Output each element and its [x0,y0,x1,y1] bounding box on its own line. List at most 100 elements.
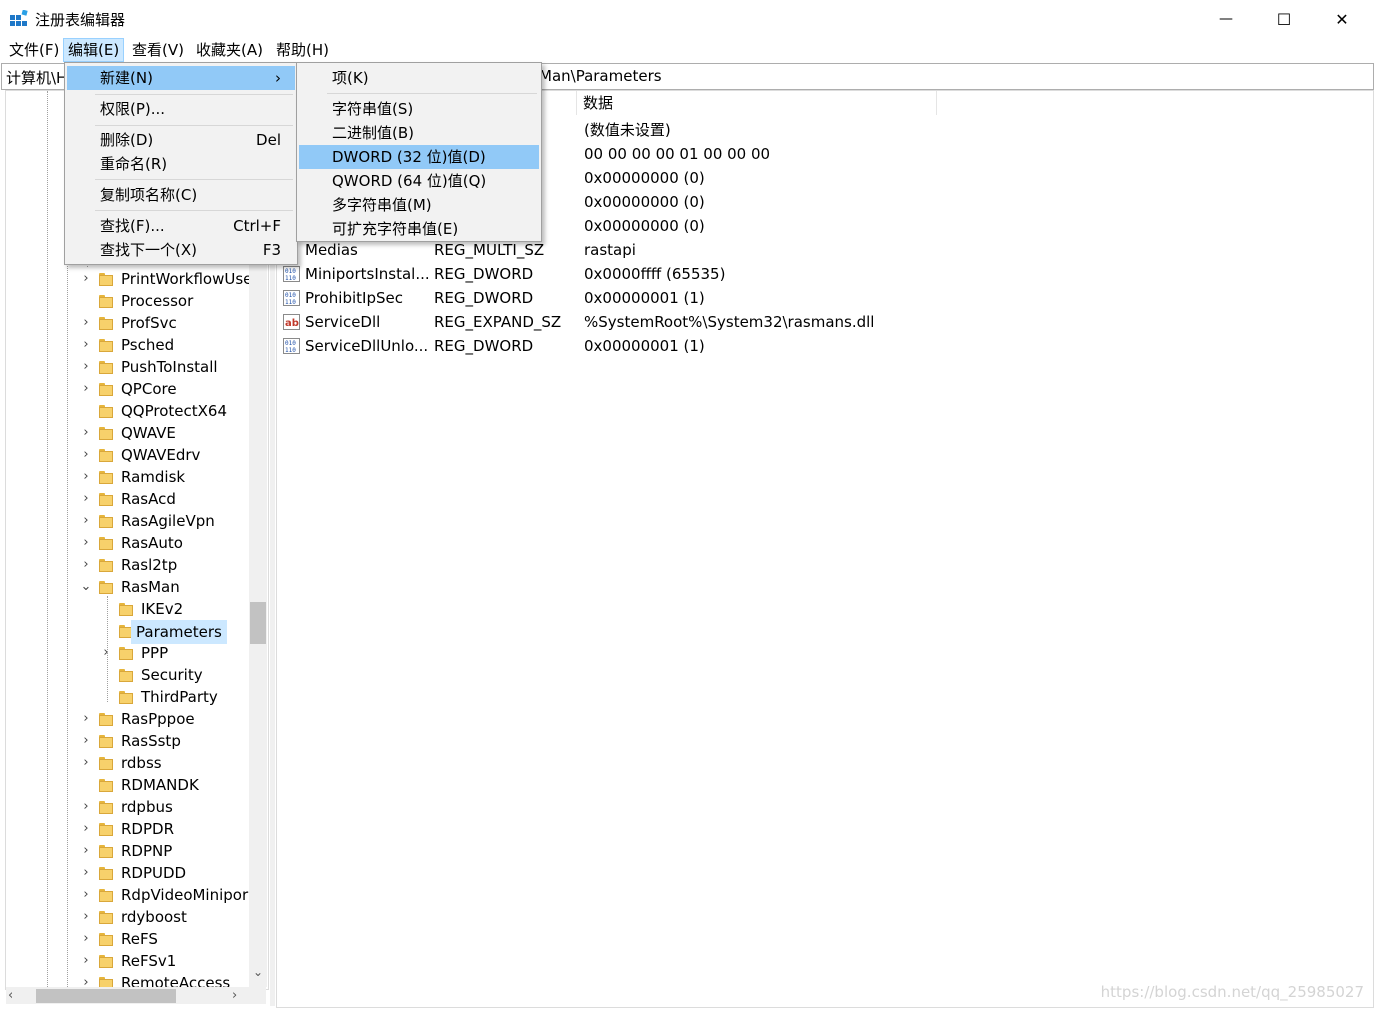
value-name: MiniportsInstal... [305,265,430,283]
tree-item-label: Rasl2tp [121,556,178,574]
chevron-right-icon[interactable]: › [79,950,93,972]
scroll-down-icon[interactable]: ⌄ [250,965,266,983]
chevron-right-icon[interactable]: › [79,840,93,862]
tree-scrollbar-thumb[interactable] [250,602,266,644]
tree-item[interactable]: › RDPNP [6,840,250,862]
submenu-arrow-icon: › [275,69,281,87]
chevron-right-icon[interactable]: › [79,554,93,576]
folder-icon [99,404,113,418]
tree-item[interactable]: › Rasl2tp [6,554,250,576]
submenu-item-multi-string-value[interactable]: 多字符串值(M) [299,193,539,217]
tree-item[interactable]: › RasAuto [6,532,250,554]
tree-item-label: RasSstp [121,732,181,750]
submenu-item-binary-value[interactable]: 二进制值(B) [299,121,539,145]
svg-text:ab: ab [285,318,299,329]
tree-child-item[interactable]: IKEv2 [6,598,250,620]
menu-edit[interactable]: 编辑(E) [63,38,125,62]
tree-child-item[interactable]: Security [6,664,250,686]
menu-help[interactable]: 帮助(H) [272,38,333,62]
menu-item-new[interactable]: 新建(N) › [67,66,295,90]
tree-child-item[interactable]: Parameters [6,620,250,644]
chevron-right-icon[interactable]: › [79,510,93,532]
value-row[interactable]: 010 110 ProhibitIpSec REG_DWORD 0x00000001 (… [277,286,1373,310]
tree-item[interactable]: QQProtectX64 [6,400,250,422]
tree-item[interactable]: › rdyboost [6,906,250,928]
chevron-right-icon[interactable]: › [79,268,93,290]
close-button[interactable]: ✕ [1313,0,1371,38]
tree-item[interactable]: › ProfSvc [6,312,250,334]
menu-item-copy-key-name[interactable]: 复制项名称(C) [67,183,295,207]
chevron-right-icon[interactable]: › [79,796,93,818]
chevron-right-icon[interactable]: › [79,334,93,356]
submenu-item-dword-value[interactable]: DWORD (32 位)值(D) [299,145,539,169]
chevron-right-icon[interactable]: › [79,466,93,488]
tree-item[interactable]: Processor [6,290,250,312]
menu-favorites[interactable]: 收藏夹(A) [192,38,267,62]
chevron-right-icon[interactable]: › [79,422,93,444]
tree-item[interactable]: › QWAVEdrv [6,444,250,466]
chevron-right-icon[interactable]: › [79,928,93,950]
tree-item-label: RDMANDK [121,776,199,794]
scroll-left-icon[interactable]: ‹ [8,987,20,1004]
menu-item-find[interactable]: 查找(F)... Ctrl+F [67,214,295,238]
tree-item-label: ReFS [121,930,158,948]
tree-item[interactable]: › QPCore [6,378,250,400]
tree-child-item[interactable]: › PPP [6,642,250,664]
chevron-right-icon[interactable]: › [79,488,93,510]
tree-item[interactable]: › PushToInstall [6,356,250,378]
tree-item-label: RasAcd [121,490,176,508]
tree-item[interactable]: › RasSstp [6,730,250,752]
value-row[interactable]: ab ServiceDll REG_EXPAND_SZ %SystemRoot%\Sy… [277,310,1373,334]
tree-item[interactable]: › RasPppoe [6,708,250,730]
value-row[interactable]: 010 110 MiniportsInstal... REG_DWORD 0x0000f… [277,262,1373,286]
column-header-data[interactable]: 数据 [577,91,937,115]
chevron-right-icon[interactable]: › [79,708,93,730]
menu-item-delete[interactable]: 删除(D) Del [67,128,295,152]
chevron-right-icon[interactable]: › [79,730,93,752]
tree-item[interactable]: RDMANDK [6,774,250,796]
tree-item[interactable]: › ReFSv1 [6,950,250,972]
chevron-right-icon[interactable]: › [99,642,113,664]
chevron-right-icon[interactable]: › [79,378,93,400]
chevron-right-icon[interactable]: › [79,862,93,884]
scroll-right-icon[interactable]: › [232,987,244,1004]
value-data: 0x00000001 (1) [584,337,705,355]
submenu-item-qword-value[interactable]: QWORD (64 位)值(Q) [299,169,539,193]
tree-item[interactable]: › RdpVideoMinipor [6,884,250,906]
chevron-right-icon[interactable]: › [79,312,93,334]
chevron-right-icon[interactable]: › [79,444,93,466]
chevron-right-icon[interactable]: › [79,818,93,840]
tree-item[interactable]: › RasAgileVpn [6,510,250,532]
minimize-button[interactable]: — [1197,0,1255,38]
chevron-down-icon[interactable]: ⌄ [79,576,93,598]
tree-item[interactable]: › ReFS [6,928,250,950]
chevron-right-icon[interactable]: › [79,356,93,378]
menu-item-rename[interactable]: 重命名(R) [67,152,295,176]
chevron-right-icon[interactable]: › [79,752,93,774]
tree-item[interactable]: › RasAcd [6,488,250,510]
tree-item[interactable]: › QWAVE [6,422,250,444]
maximize-button[interactable]: ☐ [1255,0,1313,38]
chevron-right-icon[interactable]: › [79,906,93,928]
submenu-item-key[interactable]: 项(K) [299,66,539,90]
tree-hscrollbar-thumb[interactable] [36,989,176,1003]
tree-item[interactable]: › PrintWorkflowUse [6,268,252,290]
tree-item[interactable]: › Psched [6,334,250,356]
value-row[interactable]: 010 110 ServiceDllUnlo... REG_DWORD 0x000000… [277,334,1373,358]
submenu-item-string-value[interactable]: 字符串值(S) [299,97,539,121]
tree-item[interactable]: ⌄ RasMan [6,576,250,598]
tree-child-item[interactable]: ThirdParty [6,686,250,708]
menu-item-find-next[interactable]: 查找下一个(X) F3 [67,238,295,262]
tree-item[interactable]: › rdbss [6,752,250,774]
window-title: 注册表编辑器 [35,11,126,29]
tree-item[interactable]: › RDPDR [6,818,250,840]
chevron-right-icon[interactable]: › [79,884,93,906]
chevron-right-icon[interactable]: › [79,532,93,554]
tree-item[interactable]: › RDPUDD [6,862,250,884]
menu-file[interactable]: 文件(F) [5,38,63,62]
menu-item-permissions[interactable]: 权限(P)... [67,97,295,121]
submenu-item-expandable-string-value[interactable]: 可扩充字符串值(E) [299,217,539,241]
menu-view[interactable]: 查看(V) [128,38,188,62]
tree-item[interactable]: › Ramdisk [6,466,250,488]
tree-item[interactable]: › rdpbus [6,796,250,818]
